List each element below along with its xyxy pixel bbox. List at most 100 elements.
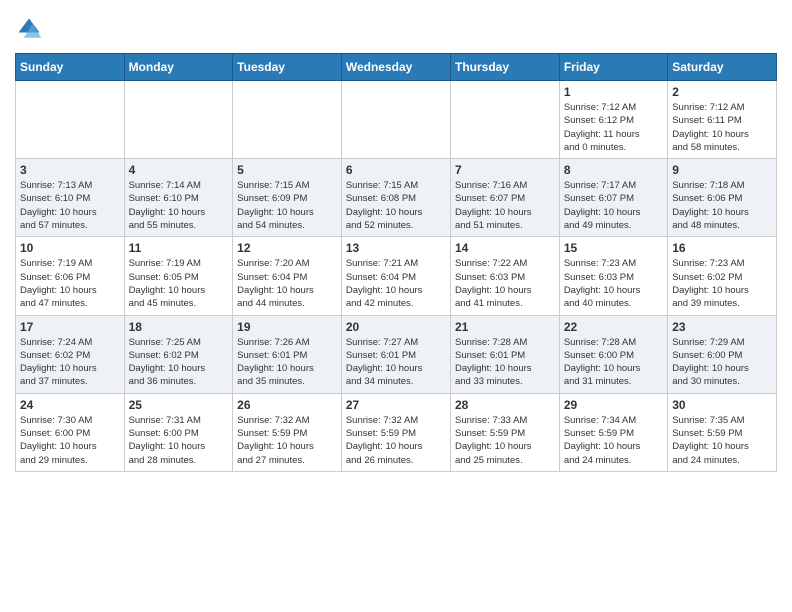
day-number: 22 — [564, 320, 663, 334]
day-cell-16: 16 Sunrise: 7:23 AM Sunset: 6:02 PM Dayli… — [668, 237, 777, 315]
day-number: 9 — [672, 163, 772, 177]
day-number: 6 — [346, 163, 446, 177]
day-info: Sunrise: 7:26 AM Sunset: 6:01 PM Dayligh… — [237, 336, 337, 389]
day-number: 5 — [237, 163, 337, 177]
calendar-body: 1Sunrise: 7:12 AM Sunset: 6:12 PM Daylig… — [16, 81, 777, 472]
day-cell-23: 23 Sunrise: 7:29 AM Sunset: 6:00 PM Dayli… — [668, 315, 777, 393]
day-info: Sunrise: 7:16 AM Sunset: 6:07 PM Dayligh… — [455, 179, 555, 232]
page-header — [15, 15, 777, 43]
calendar-table: SundayMondayTuesdayWednesdayThursdayFrid… — [15, 53, 777, 472]
week-row-2: 3 Sunrise: 7:13 AM Sunset: 6:10 PM Daylig… — [16, 159, 777, 237]
day-number: 23 — [672, 320, 772, 334]
week-row-1: 1Sunrise: 7:12 AM Sunset: 6:12 PM Daylig… — [16, 81, 777, 159]
day-number: 8 — [564, 163, 663, 177]
day-cell-4: 4 Sunrise: 7:14 AM Sunset: 6:10 PM Daylig… — [124, 159, 233, 237]
day-info: Sunrise: 7:19 AM Sunset: 6:06 PM Dayligh… — [20, 257, 120, 310]
day-number: 26 — [237, 398, 337, 412]
day-cell-2: 2Sunrise: 7:12 AM Sunset: 6:11 PM Daylig… — [668, 81, 777, 159]
week-row-3: 10 Sunrise: 7:19 AM Sunset: 6:06 PM Dayli… — [16, 237, 777, 315]
day-cell-14: 14Sunrise: 7:22 AM Sunset: 6:03 PM Dayli… — [450, 237, 559, 315]
day-cell-22: 22 Sunrise: 7:28 AM Sunset: 6:00 PM Dayli… — [559, 315, 667, 393]
day-cell-30: 30 Sunrise: 7:35 AM Sunset: 5:59 PM Dayli… — [668, 393, 777, 471]
empty-cell — [341, 81, 450, 159]
day-cell-17: 17 Sunrise: 7:24 AM Sunset: 6:02 PM Dayli… — [16, 315, 125, 393]
day-number: 2 — [672, 85, 772, 99]
day-cell-20: 20Sunrise: 7:27 AM Sunset: 6:01 PM Dayli… — [341, 315, 450, 393]
empty-cell — [16, 81, 125, 159]
day-cell-21: 21Sunrise: 7:28 AM Sunset: 6:01 PM Dayli… — [450, 315, 559, 393]
logo-icon — [15, 15, 43, 43]
day-number: 12 — [237, 241, 337, 255]
day-cell-29: 29 Sunrise: 7:34 AM Sunset: 5:59 PM Dayli… — [559, 393, 667, 471]
day-info: Sunrise: 7:14 AM Sunset: 6:10 PM Dayligh… — [129, 179, 229, 232]
day-info: Sunrise: 7:21 AM Sunset: 6:04 PM Dayligh… — [346, 257, 446, 310]
weekday-header-saturday: Saturday — [668, 54, 777, 81]
day-info: Sunrise: 7:13 AM Sunset: 6:10 PM Dayligh… — [20, 179, 120, 232]
day-number: 19 — [237, 320, 337, 334]
day-cell-19: 19 Sunrise: 7:26 AM Sunset: 6:01 PM Dayli… — [233, 315, 342, 393]
day-cell-28: 28 Sunrise: 7:33 AM Sunset: 5:59 PM Dayli… — [450, 393, 559, 471]
day-info: Sunrise: 7:31 AM Sunset: 6:00 PM Dayligh… — [129, 414, 229, 467]
day-number: 7 — [455, 163, 555, 177]
day-cell-25: 25 Sunrise: 7:31 AM Sunset: 6:00 PM Dayli… — [124, 393, 233, 471]
weekday-header-sunday: Sunday — [16, 54, 125, 81]
day-number: 11 — [129, 241, 229, 255]
day-info: Sunrise: 7:29 AM Sunset: 6:00 PM Dayligh… — [672, 336, 772, 389]
day-info: Sunrise: 7:15 AM Sunset: 6:09 PM Dayligh… — [237, 179, 337, 232]
calendar-header: SundayMondayTuesdayWednesdayThursdayFrid… — [16, 54, 777, 81]
day-number: 21 — [455, 320, 555, 334]
day-info: Sunrise: 7:34 AM Sunset: 5:59 PM Dayligh… — [564, 414, 663, 467]
weekday-header-thursday: Thursday — [450, 54, 559, 81]
day-cell-10: 10 Sunrise: 7:19 AM Sunset: 6:06 PM Dayli… — [16, 237, 125, 315]
day-number: 16 — [672, 241, 772, 255]
logo — [15, 15, 47, 43]
weekday-header-tuesday: Tuesday — [233, 54, 342, 81]
day-number: 25 — [129, 398, 229, 412]
day-cell-18: 18 Sunrise: 7:25 AM Sunset: 6:02 PM Dayli… — [124, 315, 233, 393]
day-info: Sunrise: 7:25 AM Sunset: 6:02 PM Dayligh… — [129, 336, 229, 389]
day-info: Sunrise: 7:17 AM Sunset: 6:07 PM Dayligh… — [564, 179, 663, 232]
day-cell-26: 26 Sunrise: 7:32 AM Sunset: 5:59 PM Dayli… — [233, 393, 342, 471]
day-cell-6: 6Sunrise: 7:15 AM Sunset: 6:08 PM Daylig… — [341, 159, 450, 237]
day-info: Sunrise: 7:18 AM Sunset: 6:06 PM Dayligh… — [672, 179, 772, 232]
empty-cell — [233, 81, 342, 159]
day-number: 10 — [20, 241, 120, 255]
day-cell-9: 9 Sunrise: 7:18 AM Sunset: 6:06 PM Daylig… — [668, 159, 777, 237]
weekday-header-monday: Monday — [124, 54, 233, 81]
day-info: Sunrise: 7:20 AM Sunset: 6:04 PM Dayligh… — [237, 257, 337, 310]
day-number: 27 — [346, 398, 446, 412]
day-info: Sunrise: 7:33 AM Sunset: 5:59 PM Dayligh… — [455, 414, 555, 467]
day-info: Sunrise: 7:30 AM Sunset: 6:00 PM Dayligh… — [20, 414, 120, 467]
day-number: 15 — [564, 241, 663, 255]
empty-cell — [450, 81, 559, 159]
day-number: 30 — [672, 398, 772, 412]
day-number: 1 — [564, 85, 663, 99]
day-info: Sunrise: 7:19 AM Sunset: 6:05 PM Dayligh… — [129, 257, 229, 310]
day-info: Sunrise: 7:32 AM Sunset: 5:59 PM Dayligh… — [346, 414, 446, 467]
day-cell-5: 5 Sunrise: 7:15 AM Sunset: 6:09 PM Daylig… — [233, 159, 342, 237]
week-row-5: 24 Sunrise: 7:30 AM Sunset: 6:00 PM Dayli… — [16, 393, 777, 471]
day-number: 24 — [20, 398, 120, 412]
day-info: Sunrise: 7:35 AM Sunset: 5:59 PM Dayligh… — [672, 414, 772, 467]
day-info: Sunrise: 7:28 AM Sunset: 6:00 PM Dayligh… — [564, 336, 663, 389]
day-number: 18 — [129, 320, 229, 334]
day-info: Sunrise: 7:22 AM Sunset: 6:03 PM Dayligh… — [455, 257, 555, 310]
weekday-header-friday: Friday — [559, 54, 667, 81]
day-number: 13 — [346, 241, 446, 255]
weekday-header-row: SundayMondayTuesdayWednesdayThursdayFrid… — [16, 54, 777, 81]
day-cell-3: 3 Sunrise: 7:13 AM Sunset: 6:10 PM Daylig… — [16, 159, 125, 237]
day-number: 29 — [564, 398, 663, 412]
day-cell-1: 1Sunrise: 7:12 AM Sunset: 6:12 PM Daylig… — [559, 81, 667, 159]
day-info: Sunrise: 7:23 AM Sunset: 6:02 PM Dayligh… — [672, 257, 772, 310]
day-number: 17 — [20, 320, 120, 334]
week-row-4: 17 Sunrise: 7:24 AM Sunset: 6:02 PM Dayli… — [16, 315, 777, 393]
day-number: 4 — [129, 163, 229, 177]
day-cell-11: 11 Sunrise: 7:19 AM Sunset: 6:05 PM Dayli… — [124, 237, 233, 315]
day-cell-12: 12 Sunrise: 7:20 AM Sunset: 6:04 PM Dayli… — [233, 237, 342, 315]
day-info: Sunrise: 7:24 AM Sunset: 6:02 PM Dayligh… — [20, 336, 120, 389]
day-number: 28 — [455, 398, 555, 412]
day-cell-27: 27 Sunrise: 7:32 AM Sunset: 5:59 PM Dayli… — [341, 393, 450, 471]
day-number: 20 — [346, 320, 446, 334]
day-number: 3 — [20, 163, 120, 177]
day-info: Sunrise: 7:32 AM Sunset: 5:59 PM Dayligh… — [237, 414, 337, 467]
